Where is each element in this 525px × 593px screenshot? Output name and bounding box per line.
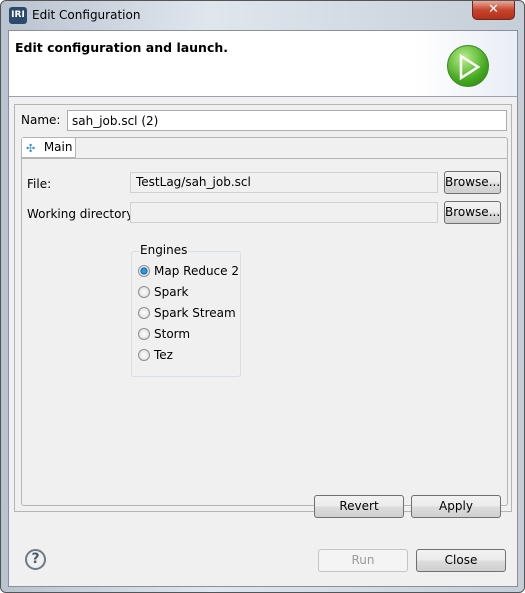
- tab-main[interactable]: ✣ Main: [22, 138, 76, 158]
- tab-folder: ✣ Main File: TestLag/sah_job.scl Browse.…: [21, 137, 508, 506]
- radio-icon: [138, 307, 150, 319]
- help-icon[interactable]: ?: [25, 549, 46, 570]
- radio-label: Tez: [154, 348, 173, 362]
- main-tab-content: File: TestLag/sah_job.scl Browse... Work…: [22, 158, 507, 377]
- radio-label: Spark Stream: [154, 306, 236, 320]
- configuration-panel: Name: ✣ Main File: TestLag/sah_job.scl B…: [14, 104, 512, 512]
- tab-main-label: Main: [43, 140, 73, 154]
- run-launch-icon: [447, 45, 489, 87]
- revert-button[interactable]: Revert: [314, 495, 404, 518]
- close-icon: ✕: [488, 2, 499, 17]
- radio-icon: [138, 328, 150, 340]
- engine-radio-spark[interactable]: Spark: [138, 285, 188, 303]
- file-label: File:: [27, 177, 52, 191]
- run-button[interactable]: Run: [318, 549, 408, 572]
- file-browse-button[interactable]: Browse...: [444, 171, 501, 194]
- working-directory-label: Working directory:: [27, 207, 137, 221]
- working-directory-browse-button[interactable]: Browse...: [444, 201, 501, 224]
- file-field[interactable]: TestLag/sah_job.scl: [130, 172, 438, 193]
- title-bar: IRI Edit Configuration ✕: [1, 1, 524, 30]
- engine-radio-spark-stream[interactable]: Spark Stream: [138, 306, 236, 324]
- iri-app-icon: IRI: [9, 7, 27, 24]
- radio-icon: [138, 349, 150, 361]
- dialog-banner: Edit configuration and launch.: [9, 31, 517, 97]
- name-label: Name:: [21, 113, 61, 127]
- engine-radio-storm[interactable]: Storm: [138, 327, 190, 345]
- radio-selected-icon: [138, 265, 150, 277]
- banner-message: Edit configuration and launch.: [15, 40, 229, 55]
- main-tab-icon: ✣: [26, 141, 36, 155]
- name-input[interactable]: [67, 110, 507, 131]
- radio-label: Storm: [154, 327, 191, 341]
- radio-icon: [138, 286, 150, 298]
- working-directory-field[interactable]: [130, 202, 438, 223]
- radio-label: Map Reduce 2: [154, 264, 239, 278]
- apply-button[interactable]: Apply: [411, 495, 501, 518]
- window-title: Edit Configuration: [32, 8, 141, 22]
- close-window-button[interactable]: ✕: [472, 1, 515, 20]
- radio-label: Spark: [154, 285, 189, 299]
- engines-group: Engines Map Reduce 2 Spark Spark Stream …: [131, 243, 241, 377]
- engine-radio-map-reduce-2[interactable]: Map Reduce 2: [138, 264, 239, 282]
- engines-title: Engines: [139, 243, 189, 257]
- dialog-client: Edit configuration and launch. Name: ✣ M…: [8, 30, 518, 587]
- engine-radio-tez[interactable]: Tez: [138, 348, 173, 366]
- close-button[interactable]: Close: [416, 549, 506, 572]
- edit-configuration-window: IRI Edit Configuration ✕ Edit configurat…: [0, 0, 525, 593]
